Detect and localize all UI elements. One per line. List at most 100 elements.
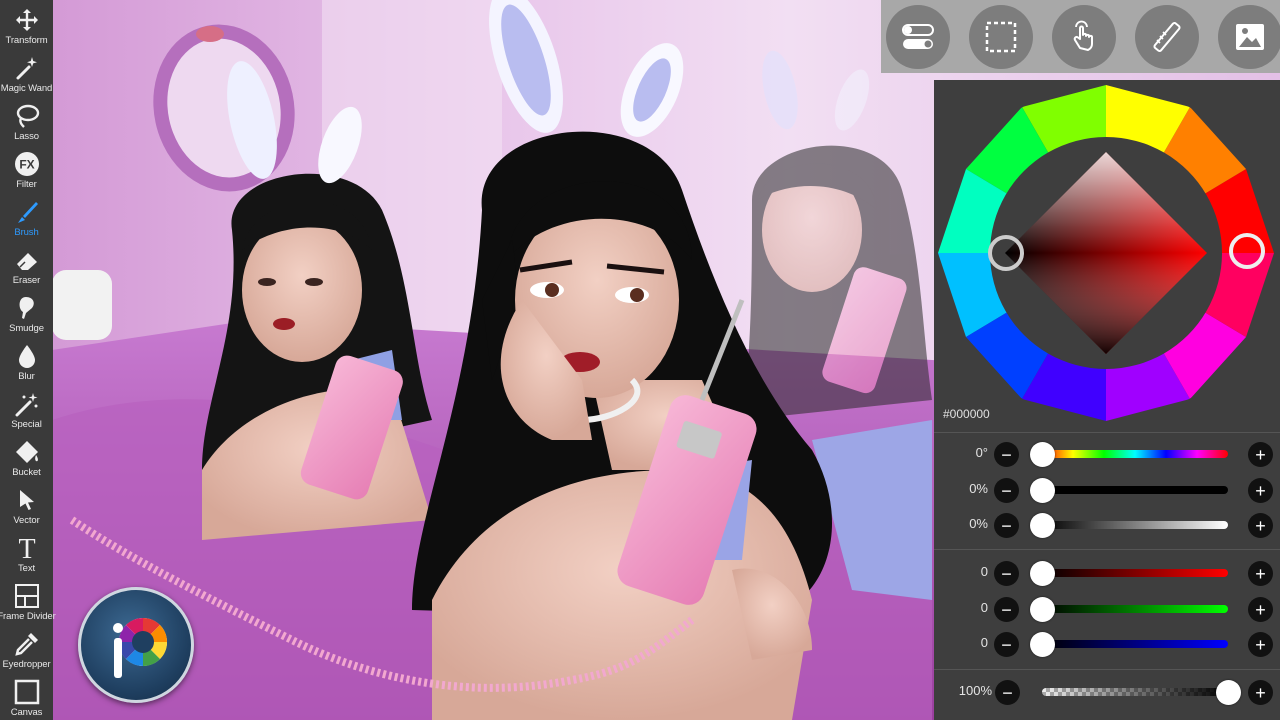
image-icon xyxy=(1236,24,1264,50)
tool-label: Frame Divider xyxy=(0,611,56,622)
color-panel: #000000 0° − + 0% − + 0% − + 0 − + 0 − + xyxy=(934,80,1280,720)
tool-filter[interactable]: FX Filter xyxy=(0,144,53,192)
tool-label: Brush xyxy=(14,227,39,238)
tool-text[interactable]: T Text xyxy=(0,528,53,576)
tool-bucket[interactable]: Bucket xyxy=(0,432,53,480)
tool-eraser[interactable]: Eraser xyxy=(0,240,53,288)
text-icon: T xyxy=(13,534,41,562)
green-slider-row: 0 − + xyxy=(934,592,1280,626)
tool-eyedropper[interactable]: Eyedropper xyxy=(0,624,53,672)
canvas-icon xyxy=(13,678,41,706)
tool-label: Vector xyxy=(13,515,40,526)
eyedropper-icon xyxy=(13,630,41,658)
opacity-decrease-button[interactable]: − xyxy=(995,680,1020,705)
tool-smudge[interactable]: Smudge xyxy=(0,288,53,336)
opacity-value: 100% xyxy=(958,683,992,698)
red-value: 0 xyxy=(980,564,988,579)
tool-label: Transform xyxy=(5,35,48,46)
saturation-slider-row: 0% − + xyxy=(934,473,1280,507)
toggle-settings-button[interactable] xyxy=(886,5,950,69)
brush-icon xyxy=(13,198,41,226)
red-increase-button[interactable]: + xyxy=(1248,561,1273,586)
blue-slider-thumb[interactable] xyxy=(1030,632,1055,657)
hue-slider-thumb[interactable] xyxy=(1030,442,1055,467)
ibis-paint-logo[interactable] xyxy=(78,587,194,703)
saturation-slider-thumb[interactable] xyxy=(1030,478,1055,503)
tool-label: Blur xyxy=(18,371,35,382)
frame-divider-icon xyxy=(13,582,41,610)
magic-wand-icon xyxy=(13,54,41,82)
red-slider-row: 0 − + xyxy=(934,556,1280,590)
color-wheel[interactable] xyxy=(934,80,1280,430)
svg-text:FX: FX xyxy=(19,158,34,172)
brightness-slider-row: 0% − + xyxy=(934,508,1280,542)
logo-icon xyxy=(113,617,168,678)
hue-decrease-button[interactable]: − xyxy=(994,442,1019,467)
tool-label: Eraser xyxy=(12,275,41,286)
brightness-slider-thumb[interactable] xyxy=(1030,513,1055,538)
red-decrease-button[interactable]: − xyxy=(994,561,1019,586)
tool-label: Filter xyxy=(16,179,37,190)
hue-slider-row: 0° − + xyxy=(934,437,1280,471)
blue-increase-button[interactable]: + xyxy=(1248,632,1273,657)
saturation-decrease-button[interactable]: − xyxy=(994,478,1019,503)
ruler-button[interactable] xyxy=(1135,5,1199,69)
lasso-icon xyxy=(13,102,41,130)
tool-blur[interactable]: Blur xyxy=(0,336,53,384)
tool-transform[interactable]: Transform xyxy=(0,0,53,48)
brightness-value: 0% xyxy=(969,516,988,531)
blue-slider[interactable] xyxy=(1042,640,1228,648)
svg-text:T: T xyxy=(18,535,35,561)
hue-slider[interactable] xyxy=(1042,450,1228,458)
saturation-value: 0% xyxy=(969,481,988,496)
ruler-icon xyxy=(1153,21,1181,53)
tool-label: Smudge xyxy=(9,323,44,334)
tool-lasso[interactable]: Lasso xyxy=(0,96,53,144)
tool-sidebar: Transform Magic Wand Lasso FX Filter Bru… xyxy=(0,0,56,720)
tool-special[interactable]: Special xyxy=(0,384,53,432)
tool-frame-divider[interactable]: Frame Divider xyxy=(0,576,56,624)
blue-slider-row: 0 − + xyxy=(934,627,1280,661)
selection-button[interactable] xyxy=(969,5,1033,69)
tool-label: Text xyxy=(17,563,36,574)
vector-icon xyxy=(13,486,41,514)
touch-icon xyxy=(1073,20,1093,51)
brightness-increase-button[interactable]: + xyxy=(1248,513,1273,538)
tool-canvas[interactable]: Canvas xyxy=(0,672,53,720)
tool-label: Canvas xyxy=(10,707,43,718)
blur-icon xyxy=(13,342,41,370)
top-toolbar xyxy=(881,0,1280,73)
special-icon xyxy=(13,390,41,418)
transform-icon xyxy=(13,6,41,34)
opacity-slider-thumb[interactable] xyxy=(1216,680,1241,705)
green-slider[interactable] xyxy=(1042,605,1228,613)
tool-label: Magic Wand xyxy=(0,83,53,94)
green-slider-thumb[interactable] xyxy=(1030,597,1055,622)
blue-value: 0 xyxy=(980,635,988,650)
green-decrease-button[interactable]: − xyxy=(994,597,1019,622)
tool-label: Special xyxy=(11,419,42,430)
brightness-decrease-button[interactable]: − xyxy=(994,513,1019,538)
red-slider[interactable] xyxy=(1042,569,1228,577)
filter-icon: FX xyxy=(13,150,41,178)
green-increase-button[interactable]: + xyxy=(1248,597,1273,622)
tool-magic-wand[interactable]: Magic Wand xyxy=(0,48,53,96)
eraser-icon xyxy=(13,246,41,274)
opacity-slider[interactable] xyxy=(1042,688,1228,696)
reference-image-button[interactable] xyxy=(1218,5,1280,69)
tool-brush[interactable]: Brush xyxy=(0,192,53,240)
hex-color-label[interactable]: #000000 xyxy=(943,407,990,421)
tool-vector[interactable]: Vector xyxy=(0,480,53,528)
saturation-slider[interactable] xyxy=(1042,486,1228,494)
smudge-icon xyxy=(13,294,41,322)
brightness-slider[interactable] xyxy=(1042,521,1228,529)
hue-value: 0° xyxy=(975,445,988,460)
touch-button[interactable] xyxy=(1052,5,1116,69)
red-slider-thumb[interactable] xyxy=(1030,561,1055,586)
green-value: 0 xyxy=(980,600,988,615)
blue-decrease-button[interactable]: − xyxy=(994,632,1019,657)
color-wheel-area xyxy=(934,80,1280,430)
hue-increase-button[interactable]: + xyxy=(1248,442,1273,467)
saturation-increase-button[interactable]: + xyxy=(1248,478,1273,503)
opacity-increase-button[interactable]: + xyxy=(1248,680,1273,705)
